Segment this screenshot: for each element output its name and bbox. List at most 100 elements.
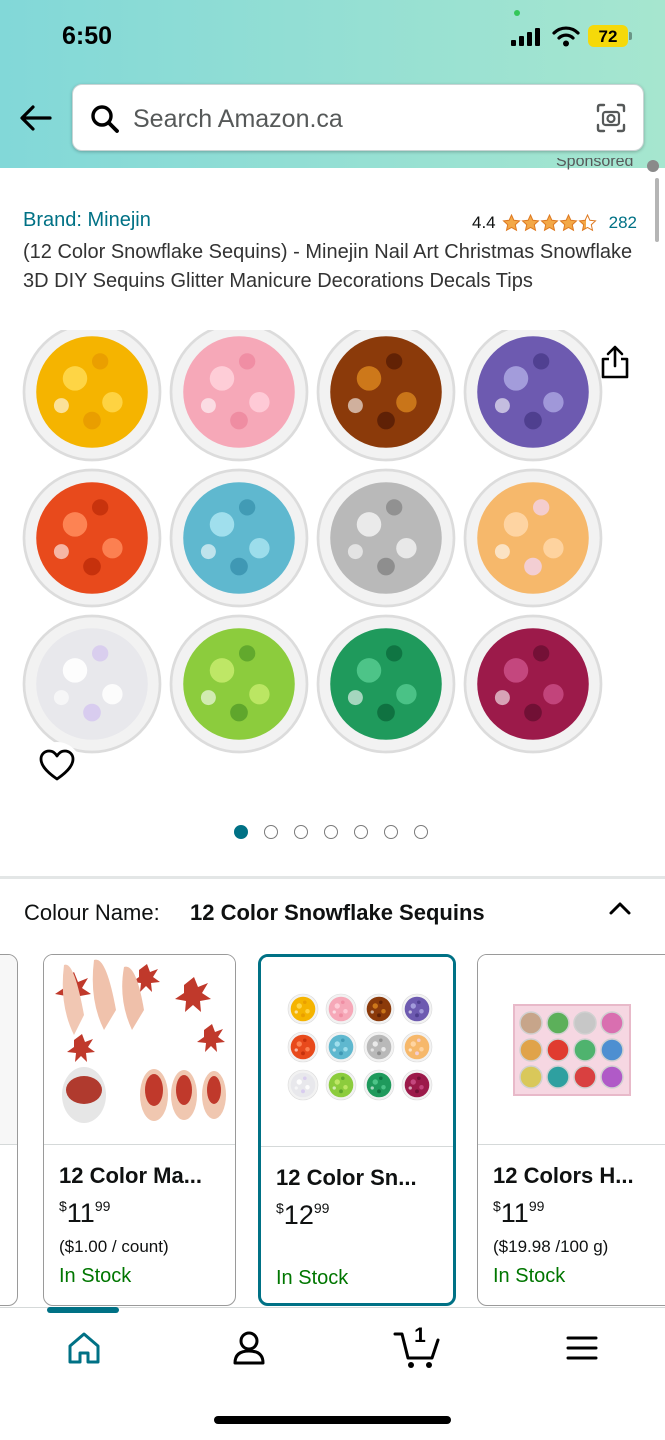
variant-stock: In Stock bbox=[276, 1267, 349, 1289]
star-icon bbox=[520, 214, 540, 232]
product-image[interactable] bbox=[0, 330, 665, 800]
signal-icon bbox=[511, 28, 540, 46]
cart-button[interactable]: 1 bbox=[393, 1324, 443, 1370]
variant-card-partial[interactable] bbox=[0, 954, 18, 1306]
sequin-pot bbox=[546, 1011, 570, 1035]
pager-dot[interactable] bbox=[234, 825, 248, 839]
sequin-pot bbox=[463, 614, 603, 754]
pager-dot[interactable] bbox=[414, 825, 428, 839]
pager-dot[interactable] bbox=[294, 825, 308, 839]
sequin-pot bbox=[316, 330, 456, 462]
variant-price: $1299 bbox=[276, 1200, 330, 1230]
sequin-pot bbox=[573, 1065, 597, 1089]
brand-link[interactable]: Brand: Minejin bbox=[23, 209, 151, 232]
sequin-pot bbox=[169, 614, 309, 754]
sequin-pot bbox=[519, 1038, 543, 1062]
share-icon[interactable] bbox=[598, 344, 632, 380]
sequin-pot bbox=[573, 1011, 597, 1035]
wishlist-button[interactable] bbox=[33, 742, 81, 790]
sequin-pot bbox=[287, 1069, 319, 1101]
sequin-pot bbox=[546, 1065, 570, 1089]
variant-unit-price: ($1.00 / count) bbox=[59, 1237, 169, 1256]
variant-thumbnail bbox=[478, 955, 665, 1145]
sequin-pot bbox=[316, 468, 456, 608]
wifi-icon bbox=[552, 26, 580, 47]
variant-name: 12 Color Sn... bbox=[276, 1165, 417, 1190]
variant-name: 12 Colors H... bbox=[493, 1163, 634, 1188]
home-icon[interactable] bbox=[62, 1326, 106, 1370]
star-icon bbox=[558, 214, 578, 232]
heart-icon bbox=[39, 749, 75, 781]
search-icon bbox=[91, 105, 119, 133]
star-icon bbox=[539, 214, 559, 232]
variant-thumbnail bbox=[261, 957, 453, 1147]
sequin-pot bbox=[573, 1038, 597, 1062]
sequin-pot bbox=[519, 1011, 543, 1035]
sequin-pot bbox=[287, 993, 319, 1025]
sequin-pot bbox=[22, 614, 162, 754]
variant-card[interactable]: 12 Color Ma... $1199 ($1.00 / count) In … bbox=[43, 954, 236, 1306]
section-divider bbox=[0, 876, 665, 879]
star-icon bbox=[501, 214, 521, 232]
info-icon[interactable] bbox=[646, 160, 660, 172]
scrollbar[interactable] bbox=[655, 178, 659, 242]
sequin-pot bbox=[519, 1065, 543, 1089]
star-icon bbox=[577, 214, 597, 232]
menu-icon[interactable] bbox=[560, 1326, 604, 1370]
sequin-pot bbox=[363, 1069, 395, 1101]
chevron-up-icon[interactable] bbox=[606, 895, 634, 921]
rating-summary[interactable]: 4.4 282 bbox=[472, 211, 637, 235]
variant-label: Colour Name: bbox=[24, 900, 160, 925]
sequin-pot bbox=[463, 468, 603, 608]
sequin-pot bbox=[325, 993, 357, 1025]
sequin-pot bbox=[401, 993, 433, 1025]
variant-thumbnail bbox=[44, 955, 235, 1145]
sponsored-label: Sponsored bbox=[556, 158, 634, 170]
sequin-pot bbox=[546, 1038, 570, 1062]
sequin-pot bbox=[325, 1031, 357, 1063]
variant-value: 12 Color Snowflake Sequins bbox=[190, 900, 485, 925]
back-arrow-icon[interactable] bbox=[16, 98, 56, 138]
sequin-pot bbox=[401, 1031, 433, 1063]
sequin-pot bbox=[22, 330, 162, 462]
battery-level: 72 bbox=[598, 27, 618, 46]
rating-value: 4.4 bbox=[472, 213, 496, 232]
pager-dot[interactable] bbox=[324, 825, 338, 839]
sequin-pot bbox=[169, 330, 309, 462]
sequin-pot bbox=[325, 1069, 357, 1101]
sequin-pot bbox=[169, 468, 309, 608]
pager-dot[interactable] bbox=[264, 825, 278, 839]
variant-card[interactable]: 12 Colors H... $1199 ($19.98 /100 g) In … bbox=[477, 954, 665, 1306]
battery-icon: 72 bbox=[588, 25, 632, 47]
sequin-pot bbox=[287, 1031, 319, 1063]
sequin-pot bbox=[600, 1038, 624, 1062]
sequin-pot bbox=[463, 330, 603, 462]
sequin-pot bbox=[363, 993, 395, 1025]
pager-dot[interactable] bbox=[354, 825, 368, 839]
pager-dot[interactable] bbox=[384, 825, 398, 839]
cart-count: 1 bbox=[414, 1324, 426, 1347]
sequin-pot bbox=[363, 1031, 395, 1063]
review-count[interactable]: 282 bbox=[609, 213, 637, 233]
sequin-pot bbox=[600, 1065, 624, 1089]
search-bar[interactable]: Search Amazon.ca bbox=[72, 84, 644, 151]
sequin-pot bbox=[22, 468, 162, 608]
star-rating bbox=[501, 214, 597, 232]
variant-stock: In Stock bbox=[59, 1265, 132, 1287]
variant-price: $1199 bbox=[59, 1198, 111, 1228]
variant-price: $1199 bbox=[493, 1198, 545, 1228]
header: 6:50 72 Search Amazon.ca bbox=[0, 0, 665, 168]
sequin-pot bbox=[401, 1069, 433, 1101]
privacy-indicator bbox=[514, 10, 520, 16]
image-pager[interactable] bbox=[234, 825, 428, 839]
account-icon[interactable] bbox=[227, 1326, 271, 1370]
home-indicator bbox=[214, 1416, 451, 1424]
status-time: 6:50 bbox=[62, 22, 113, 50]
nav-active-indicator bbox=[47, 1307, 119, 1313]
sequin-pot bbox=[600, 1011, 624, 1035]
variant-name: 12 Color Ma... bbox=[59, 1163, 203, 1188]
camera-icon[interactable] bbox=[595, 102, 627, 134]
search-input[interactable]: Search Amazon.ca bbox=[133, 105, 343, 134]
product-title: (12 Color Snowflake Sequins) - Minejin N… bbox=[23, 241, 633, 292]
variant-card-selected[interactable]: 12 Color Sn... $1299 In Stock bbox=[258, 954, 456, 1306]
